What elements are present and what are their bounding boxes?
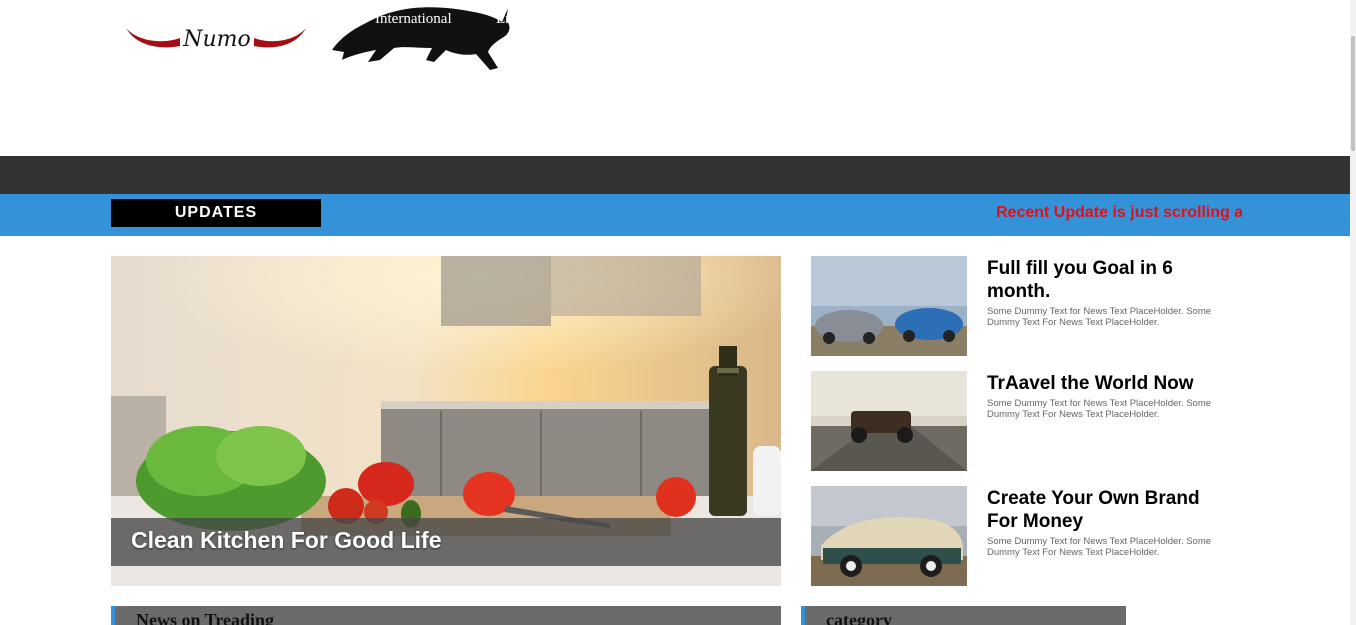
- main-nav: [0, 156, 1350, 194]
- nav-home[interactable]: Home: [120, 0, 157, 38]
- story-2-thumbnail[interactable]: [811, 371, 967, 471]
- story-3-text: Some Dummy Text for News Text PlaceHolde…: [987, 536, 1212, 558]
- scrollbar-thumb[interactable]: [1351, 36, 1355, 151]
- nav-sports[interactable]: Sports: [627, 0, 665, 38]
- story-2-title[interactable]: TrAavel the World Now: [987, 372, 1227, 395]
- story-1-text: Some Dummy Text for News Text PlaceHolde…: [987, 306, 1212, 328]
- category-section-title: category: [826, 610, 892, 625]
- updates-label: UPDATES: [111, 199, 321, 227]
- story-1-title[interactable]: Full fill you Goal in 6 month.: [987, 257, 1227, 303]
- nav-audio-video[interactable]: Audio & Video: [708, 0, 800, 38]
- nav-about[interactable]: About: [199, 0, 237, 38]
- nav-national[interactable]: National: [279, 0, 331, 38]
- story-2-text: Some Dummy Text for News Text PlaceHolde…: [987, 398, 1212, 420]
- story-1-thumbnail[interactable]: [811, 256, 967, 356]
- ticker-text: Recent Update is just scrolling a: [996, 204, 1242, 221]
- story-3-thumbnail[interactable]: [811, 486, 967, 586]
- news-ticker[interactable]: Recent Update is just scrolling a: [996, 202, 1242, 224]
- trending-section-title: News on Treading: [136, 610, 275, 625]
- nav-entertainment[interactable]: Entertainment: [496, 0, 581, 38]
- hero-title[interactable]: Clean Kitchen For Good Life: [131, 527, 442, 554]
- story-3-title[interactable]: Create Your Own Brand For Money: [987, 487, 1227, 533]
- nav-international[interactable]: International: [375, 0, 452, 38]
